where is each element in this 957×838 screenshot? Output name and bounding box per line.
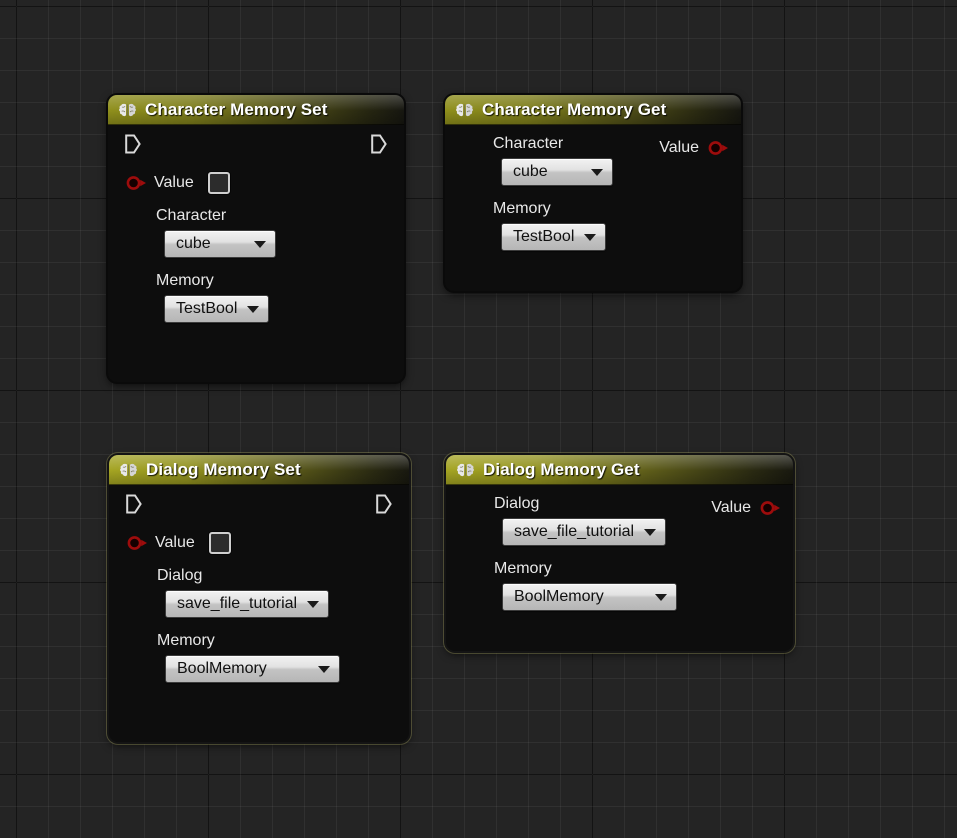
dialog-combo-wrap: save_file_tutorial <box>446 518 793 556</box>
character-combo-wrap: cube <box>108 230 404 268</box>
memory-dropdown-value: BoolMemory <box>177 660 267 677</box>
value-output-row: Value <box>711 499 780 517</box>
node-title-label: Dialog Memory Get <box>483 460 640 479</box>
character-combo-wrap: cube <box>445 158 741 196</box>
chevron-down-icon <box>644 528 657 536</box>
bool-input-pin[interactable] <box>127 536 148 550</box>
value-pin-label: Value <box>711 499 751 516</box>
memory-dropdown[interactable]: BoolMemory <box>502 583 677 611</box>
chevron-down-icon <box>591 168 603 176</box>
memory-combo-wrap: BoolMemory <box>109 655 409 693</box>
value-pin-label: Value <box>154 174 194 191</box>
exec-pin-row <box>108 125 404 163</box>
memory-field-label: Memory <box>493 200 551 217</box>
brain-icon <box>120 463 137 477</box>
blueprint-graph-canvas[interactable]: Character Memory Set Value Character cub… <box>0 0 957 838</box>
memory-combo-wrap: TestBool <box>445 223 741 261</box>
bool-output-pin[interactable] <box>760 501 781 515</box>
memory-dropdown-value: BoolMemory <box>514 588 604 605</box>
node-title-bar[interactable]: Character Memory Set <box>108 95 404 125</box>
value-checkbox[interactable] <box>208 532 231 554</box>
character-dropdown[interactable]: cube <box>164 230 276 258</box>
chevron-down-icon <box>247 305 260 313</box>
node-title-bar[interactable]: Character Memory Get <box>445 95 741 125</box>
node-body: Value Dialog save_file_tutorial Memory B… <box>109 485 409 693</box>
value-pin-row: Value <box>109 523 409 563</box>
value-pin-row: Value <box>108 163 404 203</box>
memory-field-label: Memory <box>494 560 552 577</box>
memory-dropdown[interactable]: TestBool <box>164 295 270 323</box>
bool-output-pin[interactable] <box>708 141 729 155</box>
chevron-down-icon <box>318 665 330 673</box>
memory-combo-wrap: TestBool <box>108 295 404 333</box>
character-dropdown[interactable]: cube <box>501 158 613 186</box>
node-character-memory-set[interactable]: Character Memory Set Value Character cub… <box>108 95 404 382</box>
exec-output-pin[interactable] <box>376 494 392 514</box>
memory-field-label: Memory <box>156 272 214 289</box>
brain-icon <box>119 103 136 117</box>
node-dialog-memory-set[interactable]: Dialog Memory Set Value Dialog save_file… <box>109 455 409 742</box>
exec-pin-row <box>109 485 409 523</box>
node-dialog-memory-get[interactable]: Dialog Memory Get Value Dialog save_file… <box>446 455 793 651</box>
node-title-bar[interactable]: Dialog Memory Get <box>446 455 793 485</box>
brain-icon <box>457 463 474 477</box>
memory-field-label: Memory <box>157 632 215 649</box>
chevron-down-icon <box>655 593 667 601</box>
chevron-down-icon <box>584 233 597 241</box>
dialog-dropdown-value: save_file_tutorial <box>177 595 298 612</box>
dialog-dropdown-value: save_file_tutorial <box>514 523 635 540</box>
memory-dropdown-value: TestBool <box>176 300 238 317</box>
bool-input-pin[interactable] <box>126 176 147 190</box>
node-title-bar[interactable]: Dialog Memory Set <box>109 455 409 485</box>
chevron-down-icon <box>307 600 320 608</box>
character-dropdown-value: cube <box>176 235 211 252</box>
brain-icon <box>456 103 473 117</box>
dialog-dropdown[interactable]: save_file_tutorial <box>502 518 667 546</box>
node-body: Value Character cube Memory TestBool <box>108 125 404 333</box>
value-output-row: Value <box>659 139 728 157</box>
value-checkbox[interactable] <box>207 172 230 194</box>
character-dropdown-value: cube <box>513 163 548 180</box>
value-pin-label: Value <box>659 139 699 156</box>
node-character-memory-get[interactable]: Character Memory Get Value Character cub… <box>445 95 741 291</box>
exec-output-pin[interactable] <box>371 134 387 154</box>
memory-dropdown[interactable]: BoolMemory <box>165 655 340 683</box>
exec-input-pin[interactable] <box>125 134 141 154</box>
memory-dropdown[interactable]: TestBool <box>501 223 607 251</box>
dialog-combo-wrap: save_file_tutorial <box>109 590 409 628</box>
dialog-field-label: Dialog <box>157 567 203 584</box>
node-title-label: Character Memory Get <box>482 100 667 119</box>
node-body: Value Dialog save_file_tutorial Memory B… <box>446 485 793 621</box>
node-title-label: Dialog Memory Set <box>146 460 301 479</box>
value-pin-label: Value <box>155 534 195 551</box>
memory-dropdown-value: TestBool <box>513 228 575 245</box>
chevron-down-icon <box>254 240 266 248</box>
dialog-dropdown[interactable]: save_file_tutorial <box>165 590 330 618</box>
character-field-label: Character <box>156 207 227 224</box>
exec-input-pin[interactable] <box>126 494 142 514</box>
memory-combo-wrap: BoolMemory <box>446 583 793 621</box>
node-title-label: Character Memory Set <box>145 100 328 119</box>
node-body: Value Character cube Memory TestBool <box>445 125 741 261</box>
